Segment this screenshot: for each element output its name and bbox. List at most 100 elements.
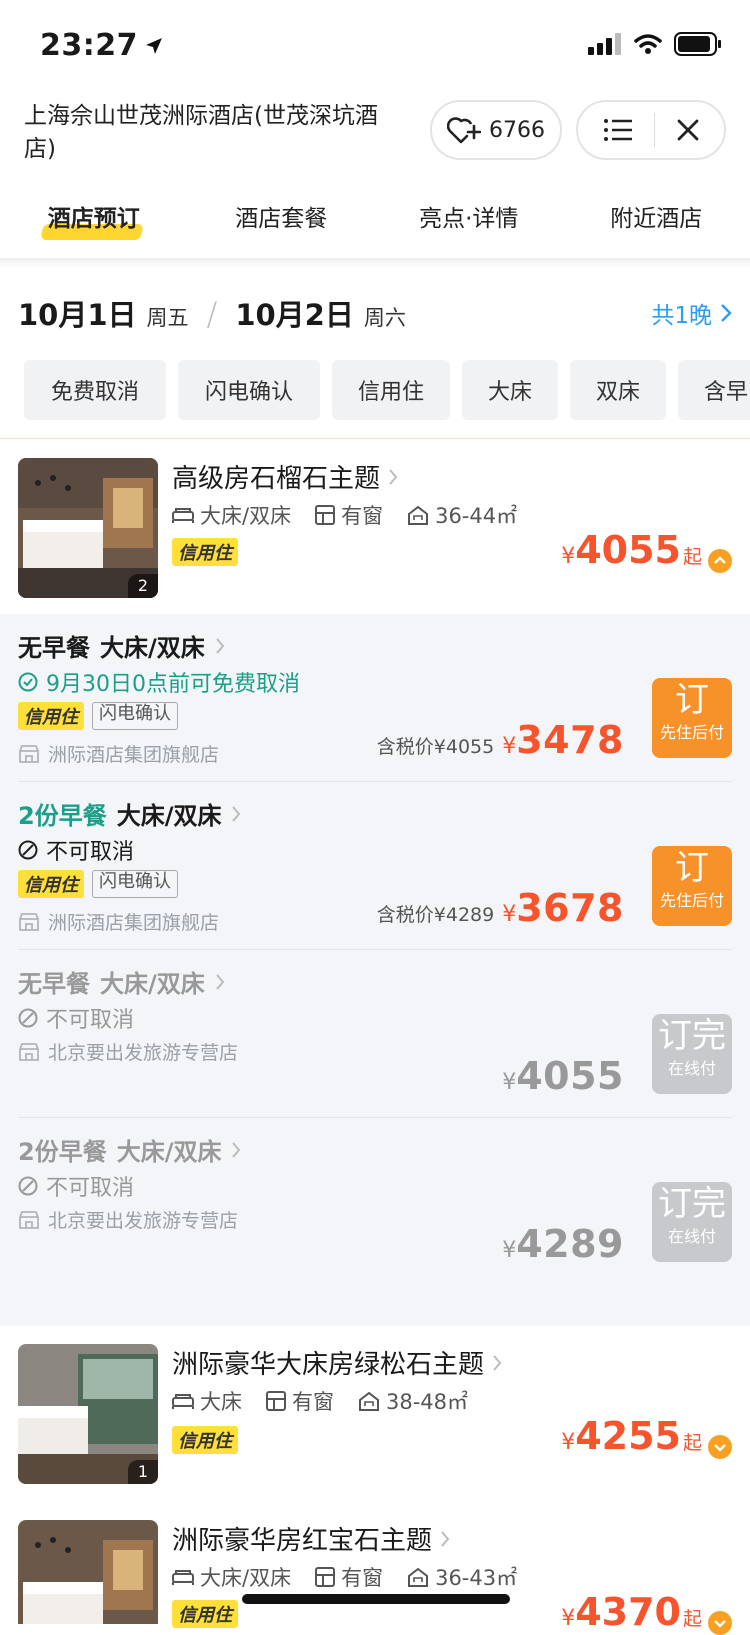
room-photo[interactable] [18, 1520, 158, 1624]
room-meta: 大床/双床 有窗 36-44㎡ [172, 500, 517, 530]
filter-chips: 免费取消 闪电确认 信用住 大床 双床 含早 [24, 360, 750, 420]
book-button[interactable]: 订先住后付 [652, 846, 732, 926]
chevron-right-icon [440, 1530, 450, 1548]
sold-out-button: 订完在线付 [652, 1182, 732, 1262]
rate-plans: 无早餐大床/双床 9月30日0点前可免费取消 信用住闪电确认 洲际酒店集团旗舰店… [0, 614, 750, 1326]
chevron-right-icon [231, 805, 241, 823]
favorite-count: 6766 [489, 118, 545, 143]
close-icon[interactable] [676, 118, 700, 142]
filter-twin-bed[interactable]: 双床 [570, 360, 666, 420]
checkin-date: 10月1日 [18, 292, 137, 334]
shop-name: 洲际酒店集团旗舰店 [18, 908, 219, 935]
no-cancel-icon [18, 1008, 38, 1028]
room-name[interactable]: 高级房石榴石主题 [172, 458, 398, 495]
cancel-policy: 不可取消 [18, 1170, 134, 1202]
store-icon [18, 1042, 40, 1062]
area-icon [358, 1391, 380, 1411]
status-indicators [588, 32, 722, 56]
store-icon [18, 912, 40, 932]
no-cancel-icon [18, 840, 38, 860]
store-icon [18, 744, 40, 764]
shop-name: 北京要出发旅游专营店 [18, 1206, 238, 1233]
collapse-icon[interactable] [708, 549, 732, 573]
photo-count: 1 [128, 1460, 158, 1484]
no-cancel-icon [18, 1176, 38, 1196]
signal-icon [588, 33, 622, 55]
chevron-right-icon [231, 1141, 241, 1159]
expand-icon[interactable] [708, 1611, 732, 1635]
status-time: 23:27 [40, 28, 164, 63]
book-button[interactable]: 订先住后付 [652, 678, 732, 758]
expand-icon[interactable] [708, 1435, 732, 1459]
room-price[interactable]: ¥4055起 [561, 528, 732, 572]
chevron-right-icon [492, 1354, 502, 1372]
room-name[interactable]: 洲际豪华房红宝石主题 [172, 1520, 450, 1557]
date-separator: / [207, 295, 218, 333]
tab-hotel-package[interactable]: 酒店套餐 [188, 196, 376, 254]
rate-plan-1[interactable]: 无早餐大床/双床 9月30日0点前可免费取消 信用住闪电确认 洲际酒店集团旗舰店… [0, 614, 750, 782]
rate-title: 2份早餐大床/双床 [18, 796, 241, 831]
room-price[interactable]: ¥4370起 [561, 1590, 732, 1634]
filter-instant-confirm[interactable]: 闪电确认 [178, 360, 320, 420]
filter-king-bed[interactable]: 大床 [462, 360, 558, 420]
area-icon [407, 1567, 429, 1587]
area-icon [407, 505, 429, 525]
rate-price: 含税价¥4289¥3678 [377, 886, 624, 930]
filter-breakfast[interactable]: 含早 [678, 360, 750, 420]
tab-highlights-details[interactable]: 亮点·详情 [375, 196, 563, 254]
check-circle-icon [18, 672, 38, 692]
header-divider [0, 258, 750, 268]
rate-badges: 信用住闪电确认 [18, 702, 178, 730]
cancel-policy: 9月30日0点前可免费取消 [18, 666, 300, 698]
tab-nearby-hotels[interactable]: 附近酒店 [563, 196, 750, 254]
store-icon [18, 1210, 40, 1230]
rate-title: 无早餐大床/双床 [18, 964, 225, 999]
shop-name: 北京要出发旅游专营店 [18, 1038, 238, 1065]
chevron-right-icon [215, 637, 225, 655]
tab-hotel-booking[interactable]: 酒店预订 [0, 196, 188, 254]
filter-credit-stay[interactable]: 信用住 [332, 360, 450, 420]
checkout-date: 10月2日 [235, 292, 354, 334]
favorite-button[interactable]: 6766 [430, 100, 562, 160]
room-photo[interactable]: 2 [18, 458, 158, 598]
tab-bar: 酒店预订 酒店套餐 亮点·详情 附近酒店 [0, 196, 750, 254]
rate-title: 无早餐大床/双床 [18, 628, 225, 663]
wifi-icon [634, 33, 662, 55]
room-meta: 大床/双床 有窗 36-43㎡ [172, 1562, 517, 1592]
room-card-2[interactable]: 1 [18, 1344, 158, 1484]
window-icon [315, 1567, 335, 1587]
rate-price: 含税价¥4055¥3478 [377, 718, 624, 762]
room-price[interactable]: ¥4255起 [561, 1414, 732, 1458]
room-card-1[interactable]: 2 [18, 458, 158, 598]
sold-out-button: 订完在线付 [652, 1014, 732, 1094]
bed-icon [172, 1392, 194, 1410]
rate-price: ¥4289 [502, 1222, 624, 1266]
checkin-weekday: 周五 [147, 302, 189, 332]
rate-plan-4[interactable]: 2份早餐大床/双床 不可取消 北京要出发旅游专营店 ¥4289 订完在线付 [0, 1118, 750, 1286]
chevron-right-icon [215, 973, 225, 991]
battery-icon [674, 32, 722, 56]
menu-close-capsule [576, 100, 726, 160]
home-indicator [242, 1594, 510, 1604]
checkout-weekday: 周六 [364, 302, 406, 332]
room-card-3[interactable] [18, 1520, 158, 1624]
rate-plan-3[interactable]: 无早餐大床/双床 不可取消 北京要出发旅游专营店 ¥4055 订完在线付 [0, 950, 750, 1118]
heart-plus-icon [447, 115, 481, 145]
photo-count: 2 [128, 574, 158, 598]
chevron-right-icon [388, 468, 398, 486]
credit-stay-badge: 信用住 [172, 1426, 238, 1454]
room-photo[interactable]: 1 [18, 1344, 158, 1484]
location-arrow-icon [144, 36, 164, 56]
list-menu-icon[interactable] [603, 117, 633, 143]
date-selector[interactable]: 10月1日 周五 / 10月2日 周六 [18, 292, 406, 334]
room-name[interactable]: 洲际豪华大床房绿松石主题 [172, 1344, 502, 1381]
nights-count[interactable]: 共1晚 [651, 296, 732, 330]
filter-divider [0, 438, 750, 439]
rate-plan-2[interactable]: 2份早餐大床/双床 不可取消 信用住闪电确认 洲际酒店集团旗舰店 含税价¥428… [0, 782, 750, 950]
filter-free-cancel[interactable]: 免费取消 [24, 360, 166, 420]
rate-price: ¥4055 [502, 1054, 624, 1098]
room-meta: 大床 有窗 38-48㎡ [172, 1386, 468, 1416]
credit-stay-badge: 信用住 [172, 538, 238, 566]
window-icon [266, 1391, 286, 1411]
window-icon [315, 505, 335, 525]
